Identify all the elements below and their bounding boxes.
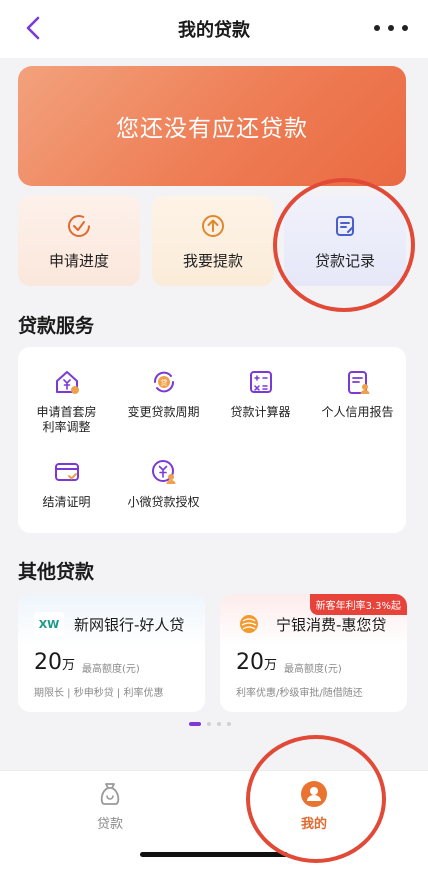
- service-micro-loan-auth[interactable]: 小微贷款授权: [115, 457, 212, 510]
- record-list-icon: [336, 215, 354, 236]
- other-loans-title: 其他贷款: [18, 561, 95, 583]
- loan-card-ningyin[interactable]: 新客年利率3.3%起 宁银消费-惠您贷 20万 最高额度(元) 利率优惠/秒级审…: [220, 594, 407, 712]
- withdraw-label: 我要提款: [182, 251, 243, 270]
- service-calculator[interactable]: 贷款计算器: [212, 367, 309, 420]
- svg-text:贷: 贷: [160, 378, 167, 387]
- service-credit-report[interactable]: 个人信用报告: [309, 367, 406, 420]
- loan-amount: 20万: [34, 650, 75, 675]
- loan-tags: 期限长 | 秒申秒贷 | 利率优惠: [34, 688, 164, 699]
- service-label-line1: 结清证明: [42, 495, 91, 509]
- page-dot: [207, 722, 211, 726]
- loan-limit-hint: 最高额度(元): [284, 664, 342, 675]
- service-label-line1: 个人信用报告: [321, 405, 394, 419]
- service-label: 结清证明: [42, 495, 90, 510]
- service-change-cycle[interactable]: 贷 变更贷款周期: [115, 367, 212, 420]
- page-title: 我的贷款: [178, 20, 250, 41]
- calculator-icon: [249, 371, 272, 393]
- service-label: 申请首套房 利率调整: [36, 405, 96, 435]
- loan-record-button[interactable]: 贷款记录: [284, 196, 406, 286]
- tab-loan[interactable]: 贷款: [60, 779, 160, 832]
- service-settlement-proof[interactable]: 结清证明: [18, 457, 115, 510]
- ningyin-logo-icon: [240, 615, 258, 633]
- loan-amount-value: 20: [34, 650, 62, 675]
- loan-name: 新网银行-好人贷: [74, 616, 185, 634]
- xinwang-logo-icon: XW: [34, 612, 64, 636]
- user-profile-icon: [301, 781, 327, 807]
- progress-check-icon: [68, 214, 90, 237]
- tab-mine[interactable]: 我的: [264, 779, 364, 832]
- carousel-page-indicator: [189, 722, 231, 726]
- tab-mine-label: 我的: [300, 817, 327, 832]
- service-first-home-rate[interactable]: 申请首套房 利率调整: [18, 367, 115, 435]
- page-dot: [217, 722, 221, 726]
- apply-progress-label: 申请进度: [48, 251, 109, 270]
- yen-person-icon: [151, 460, 175, 484]
- service-label: 个人信用报告: [321, 405, 393, 420]
- service-label-line1: 变更贷款周期: [127, 405, 200, 419]
- service-label: 贷款计算器: [230, 405, 290, 420]
- loan-amount: 20万: [236, 650, 277, 675]
- service-label: 小微贷款授权: [127, 495, 199, 510]
- loan-amount-unit: 万: [62, 658, 76, 673]
- page-dot-active: [189, 722, 201, 726]
- withdraw-button[interactable]: 我要提款: [152, 196, 274, 286]
- chevron-left-icon[interactable]: [22, 14, 46, 42]
- loan-cycle-icon: 贷: [153, 371, 174, 393]
- loan-record-label: 贷款记录: [314, 251, 375, 270]
- page-dot: [227, 722, 231, 726]
- loan-amount-value: 20: [236, 650, 264, 675]
- service-label-line2: 利率调整: [42, 420, 91, 434]
- loan-services-title: 贷款服务: [18, 315, 95, 337]
- loan-services-panel: 申请首套房 利率调整 贷 变更贷款周期 贷款计算器 个人信用报告 结清证明 小微…: [18, 347, 406, 533]
- service-label-line1: 贷款计算器: [230, 405, 291, 419]
- loan-amount-unit: 万: [264, 658, 278, 673]
- banner-text: 您还没有应还贷款: [116, 116, 308, 142]
- bottom-tab-bar: 贷款 我的: [0, 770, 428, 875]
- top-nav-bar: 我的贷款: [0, 0, 428, 58]
- loan-name: 宁银消费-惠您贷: [276, 616, 387, 634]
- loan-card-xinwang[interactable]: XW 新网银行-好人贷 20万 最高额度(元) 期限长 | 秒申秒贷 | 利率优…: [18, 594, 205, 712]
- tab-loan-label: 贷款: [96, 817, 123, 832]
- loan-limit-hint: 最高额度(元): [82, 664, 140, 675]
- service-label: 变更贷款周期: [127, 405, 199, 420]
- service-label-line1: 申请首套房: [36, 405, 97, 419]
- money-bag-icon: [100, 783, 120, 805]
- withdraw-arrow-up-icon: [202, 214, 224, 237]
- new-customer-rate-badge: 新客年利率3.3%起: [309, 594, 407, 615]
- service-label-line1: 小微贷款授权: [127, 495, 200, 509]
- xinwang-logo-text: XW: [39, 618, 60, 631]
- loan-tags: 利率优惠/秒级审批/随借随还: [236, 688, 363, 699]
- credit-report-icon: [347, 371, 369, 394]
- more-dots-icon[interactable]: [374, 18, 408, 38]
- home-indicator: [140, 852, 288, 857]
- apply-progress-button[interactable]: 申请进度: [18, 196, 140, 286]
- no-repayment-banner: 您还没有应还贷款: [18, 66, 406, 186]
- settlement-card-icon: [54, 463, 79, 481]
- house-yen-icon: [55, 371, 79, 394]
